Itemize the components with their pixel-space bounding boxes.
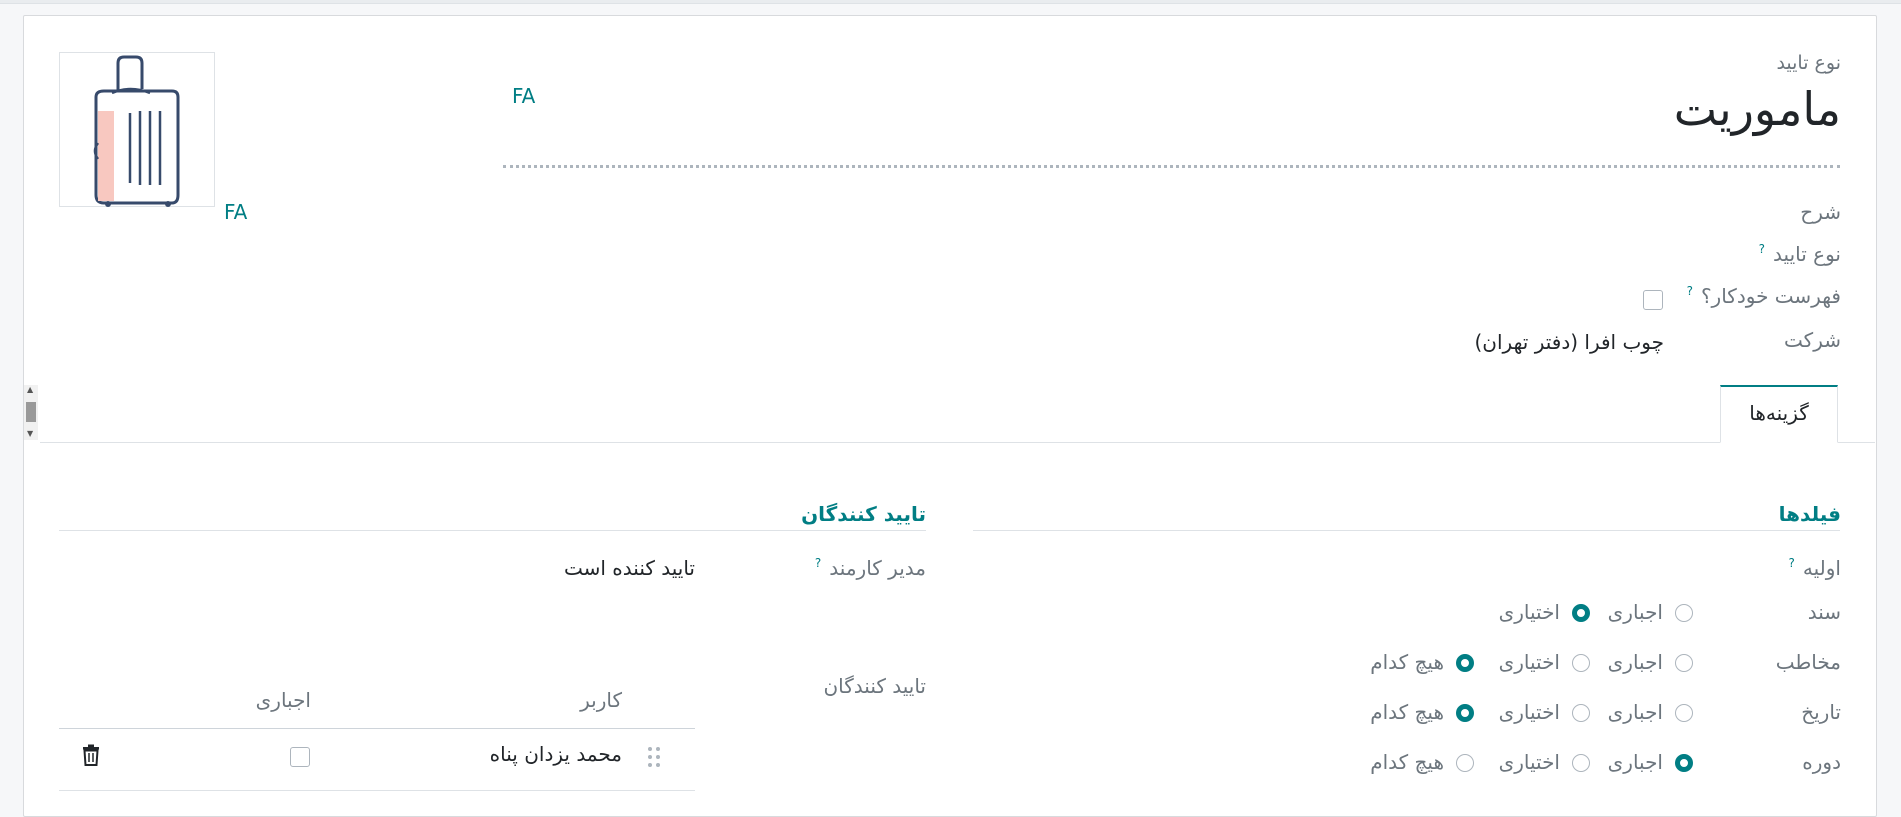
- employee-manager-label: مدیر کارمند: [829, 556, 926, 580]
- contact-optional-text: اختیاری: [1498, 650, 1560, 674]
- document-optional-text: اختیاری: [1498, 600, 1560, 624]
- column-header-required[interactable]: اجباری: [256, 688, 311, 712]
- date-label: تاریخ: [1801, 700, 1841, 724]
- approvers-label: تایید کنندگان: [823, 674, 926, 698]
- description-label: شرح: [1800, 200, 1841, 224]
- period-optional-radio[interactable]: [1572, 754, 1590, 772]
- date-optional-text: اختیاری: [1498, 700, 1560, 724]
- tab-options[interactable]: گزینه‌ها: [1720, 385, 1838, 443]
- contact-optional-radio[interactable]: [1572, 654, 1590, 672]
- scroll-down-icon[interactable]: ▼: [27, 429, 33, 438]
- approval-type-row: ? نوع تایید: [1759, 242, 1841, 266]
- contact-required-radio[interactable]: [1675, 654, 1693, 672]
- contact-required-text: اجباری: [1607, 650, 1663, 674]
- document-optional-radio[interactable]: [1572, 604, 1590, 622]
- date-optional-radio[interactable]: [1572, 704, 1590, 722]
- fields-section-divider: [973, 530, 1840, 531]
- auto-sequence-label: فهرست خودکار؟: [1700, 284, 1841, 308]
- document-required-radio[interactable]: [1675, 604, 1693, 622]
- document-label: سند: [1807, 600, 1841, 624]
- table-row-divider: [59, 790, 695, 791]
- record-image[interactable]: [59, 52, 215, 207]
- column-header-user[interactable]: کاربر: [580, 688, 622, 712]
- help-tooltip[interactable]: ?: [1687, 284, 1693, 298]
- image-lang-tag[interactable]: FA: [224, 200, 247, 224]
- approval-type-label: نوع تایید: [1773, 242, 1841, 266]
- help-tooltip[interactable]: ?: [1759, 242, 1765, 256]
- period-required-radio[interactable]: [1675, 754, 1693, 772]
- contact-label: مخاطب: [1775, 650, 1841, 674]
- employee-manager-value[interactable]: تایید کننده است: [564, 556, 695, 580]
- period-required-text: اجباری: [1607, 750, 1663, 774]
- approvers-section-title: تایید کنندگان: [801, 502, 926, 526]
- help-tooltip[interactable]: ?: [815, 556, 821, 570]
- period-label: دوره: [1802, 750, 1841, 774]
- trash-icon[interactable]: [82, 744, 100, 766]
- title-underline: [503, 165, 1840, 168]
- help-tooltip[interactable]: ?: [1789, 556, 1795, 570]
- period-optional-text: اختیاری: [1498, 750, 1560, 774]
- document-required-text: اجباری: [1607, 600, 1663, 624]
- tab-options-label: گزینه‌ها: [1749, 401, 1809, 425]
- tab-bar-line: [40, 442, 1875, 443]
- record-type-label: نوع تایید: [1776, 52, 1841, 74]
- approver-user-name[interactable]: محمد یزدان پناه: [490, 742, 622, 766]
- suitcase-icon: [93, 55, 180, 207]
- date-required-radio[interactable]: [1675, 704, 1693, 722]
- period-none-radio[interactable]: [1456, 754, 1474, 772]
- date-none-text: هیچ کدام: [1370, 700, 1444, 724]
- auto-sequence-row: ? فهرست خودکار؟: [1687, 284, 1841, 308]
- company-label: شرکت: [1784, 328, 1841, 352]
- period-none-text: هیچ کدام: [1370, 750, 1444, 774]
- fields-section-title: فیلدها: [1778, 502, 1841, 526]
- scroll-indicator[interactable]: ▲ ▼: [24, 385, 38, 440]
- auto-sequence-checkbox[interactable]: [1643, 290, 1663, 310]
- top-bar: [0, 0, 1901, 4]
- contact-none-radio[interactable]: [1456, 654, 1474, 672]
- contact-none-text: هیچ کدام: [1370, 650, 1444, 674]
- scroll-up-icon[interactable]: ▲: [27, 385, 33, 394]
- date-none-radio[interactable]: [1456, 704, 1474, 722]
- initial-row: ? اولیه: [1789, 556, 1841, 580]
- date-required-text: اجباری: [1607, 700, 1663, 724]
- company-value[interactable]: چوب افرا (دفتر تهران): [1474, 330, 1664, 354]
- drag-handle-icon[interactable]: [647, 745, 661, 769]
- title-lang-tag[interactable]: FA: [512, 84, 535, 108]
- approver-required-checkbox[interactable]: [290, 747, 310, 767]
- approvers-section-divider: [59, 530, 926, 531]
- initial-label: اولیه: [1802, 556, 1841, 580]
- record-title[interactable]: ماموریت: [1674, 82, 1841, 136]
- employee-manager-row: ? مدیر کارمند: [815, 556, 926, 580]
- scroll-thumb[interactable]: [26, 402, 36, 422]
